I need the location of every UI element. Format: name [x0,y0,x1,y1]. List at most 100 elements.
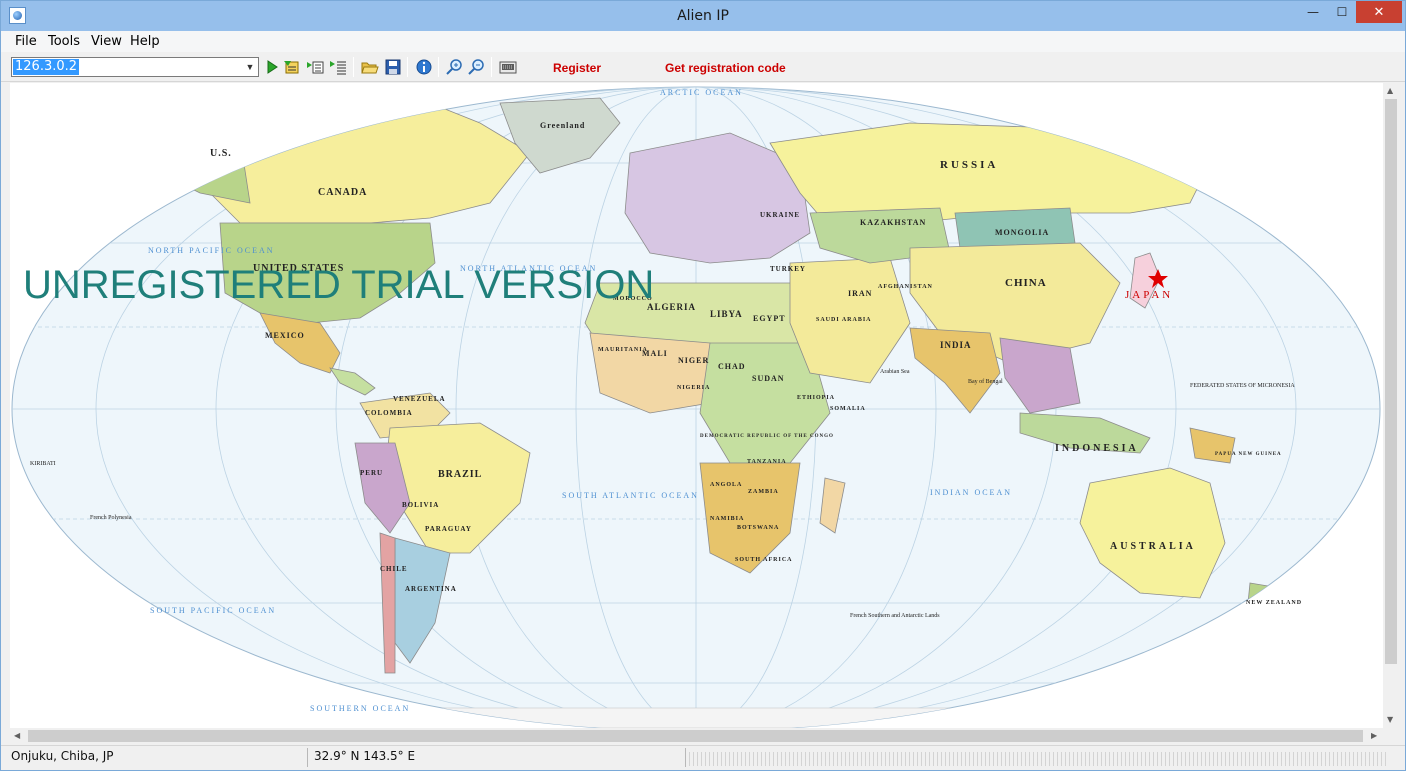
label-mexico: MEXICO [265,331,305,340]
label-french-southern-lands: French Southern and Antarctic Lands [850,613,940,619]
list-icon[interactable] [306,58,324,76]
maximize-button[interactable]: ☐ [1327,1,1357,23]
label-canada: CANADA [318,187,367,198]
label-egypt: EGYPT [753,314,786,323]
label-niger: NIGER [678,356,709,365]
vertical-scrollbar[interactable]: ▲ ▼ [1383,83,1399,728]
toolbar: 126.3.0.2 ▼ Register Get registration co… [1,52,1405,82]
scroll-right-icon[interactable]: ▶ [1371,731,1377,740]
label-saudi-arabia: SAUDI ARABIA [816,317,872,323]
scroll-down-icon[interactable]: ▼ [1387,715,1393,724]
info-icon[interactable] [415,58,433,76]
label-paraguay: PARAGUAY [425,525,472,533]
label-chile: CHILE [380,565,408,573]
label-new-zealand: NEW ZEALAND [1246,600,1302,606]
label-chad: CHAD [718,362,746,371]
status-divider [685,748,686,767]
menu-bar: File Tools View Help [1,31,1405,52]
toolbar-separator [491,57,492,77]
label-us-alaska: U.S. [210,148,232,159]
toolbar-separator [407,57,408,77]
status-coordinates: 32.9° N 143.5° E [314,749,416,763]
region-alaska [159,137,251,204]
label-angola: ANGOLA [710,482,742,488]
scroll-left-icon[interactable]: ◀ [14,731,20,740]
label-zambia: ZAMBIA [748,489,779,495]
label-argentina: ARGENTINA [405,585,457,593]
label-namibia: NAMIBIA [710,516,744,522]
trial-watermark: UNREGISTERED TRIAL VERSION [23,263,655,307]
marker-label: JAPAN [1125,289,1173,301]
label-algeria: ALGERIA [647,302,696,312]
status-grip [689,752,1389,766]
label-india: INDIA [940,340,972,350]
label-mongolia: MONGOLIA [995,228,1049,237]
world-map-canvas[interactable]: U.S. CANADA UNITED STATES MEXICO BRAZIL … [10,83,1383,728]
label-kiribati: KIRIBATI [30,461,56,467]
label-tanzania: TANZANIA [747,459,787,465]
toolbar-separator [438,57,439,77]
play-icon[interactable] [263,58,281,76]
status-bar: Onjuku, Chiba, JP 32.9° N 143.5° E [1,745,1405,770]
get-registration-code-link[interactable]: Get registration code [665,61,786,75]
status-divider [307,748,308,767]
label-venezuela: VENEZUELA [393,395,446,403]
open-folder-icon[interactable] [361,58,379,76]
label-mali: MALI [642,349,668,358]
label-indian-ocean: INDIAN OCEAN [930,488,1012,497]
app-window: Alien IP — ☐ ✕ File Tools View Help 126.… [0,0,1406,771]
label-greenland: Greenland [540,121,585,130]
title-bar[interactable]: Alien IP — ☐ ✕ [1,1,1405,31]
label-australia: AUSTRALIA [1110,541,1196,552]
label-bay-of-bengal: Bay of Bengal [968,378,1003,385]
label-peru: PERU [360,469,383,477]
register-link[interactable]: Register [553,61,601,75]
region-new-zealand [1244,582,1281,634]
label-bolivia: BOLIVIA [402,501,439,509]
horizontal-scroll-thumb[interactable] [28,730,1363,742]
zoom-out-icon[interactable] [468,58,486,76]
menu-view[interactable]: View [91,34,122,49]
close-button[interactable]: ✕ [1356,1,1402,23]
label-southern-ocean: SOUTHERN OCEAN [310,704,410,713]
label-mauritania: MAURITANIA [598,347,648,353]
scroll-up-icon[interactable]: ▲ [1387,86,1393,95]
label-brazil: BRAZIL [438,469,482,480]
label-somalia: SOMALIA [830,406,866,412]
label-indonesia: INDONESIA [1055,443,1139,454]
label-botswana: BOTSWANA [737,525,779,531]
menu-file[interactable]: File [15,34,37,49]
window-title: Alien IP [677,8,729,24]
vertical-scroll-thumb[interactable] [1385,99,1397,664]
toolbar-separator [353,57,354,77]
chevron-down-icon[interactable]: ▼ [242,58,258,76]
label-papua-new-guinea: PAPUA NEW GUINEA [1215,452,1282,457]
label-turkey: TURKEY [770,265,806,273]
label-arabian-sea: Arabian Sea [880,369,910,375]
world-map[interactable]: U.S. CANADA UNITED STATES MEXICO BRAZIL … [10,83,1383,728]
trace-icon[interactable] [283,58,301,76]
ip-address-combo[interactable]: 126.3.0.2 ▼ [11,57,259,77]
label-micronesia: FEDERATED STATES OF MICRONESIA [1190,383,1295,389]
label-north-pacific: NORTH PACIFIC OCEAN [148,246,275,255]
label-ethiopia: ETHIOPIA [797,395,835,401]
zoom-in-icon[interactable] [446,58,464,76]
label-iran: IRAN [848,289,872,298]
label-dr-congo: DEMOCRATIC REPUBLIC OF THE CONGO [700,434,834,439]
keyboard-icon[interactable] [499,58,517,76]
label-sudan: SUDAN [752,374,785,383]
multi-list-icon[interactable] [329,58,347,76]
horizontal-scrollbar[interactable]: ◀ ▶ [10,728,1383,744]
label-kazakhstan: KAZAKHSTAN [860,218,926,227]
region-antarctica [12,707,1380,728]
label-afghanistan: AFGHANISTAN [878,284,933,290]
save-icon[interactable] [384,58,402,76]
label-russia: RUSSIA [940,159,998,171]
menu-help[interactable]: Help [130,34,160,49]
ip-address-value[interactable]: 126.3.0.2 [13,59,80,75]
menu-tools[interactable]: Tools [48,34,80,49]
minimize-button[interactable]: — [1298,1,1328,23]
label-french-polynesia: French Polynesia [90,515,132,521]
label-nigeria: NIGERIA [677,385,710,391]
label-south-pacific: SOUTH PACIFIC OCEAN [150,606,276,615]
